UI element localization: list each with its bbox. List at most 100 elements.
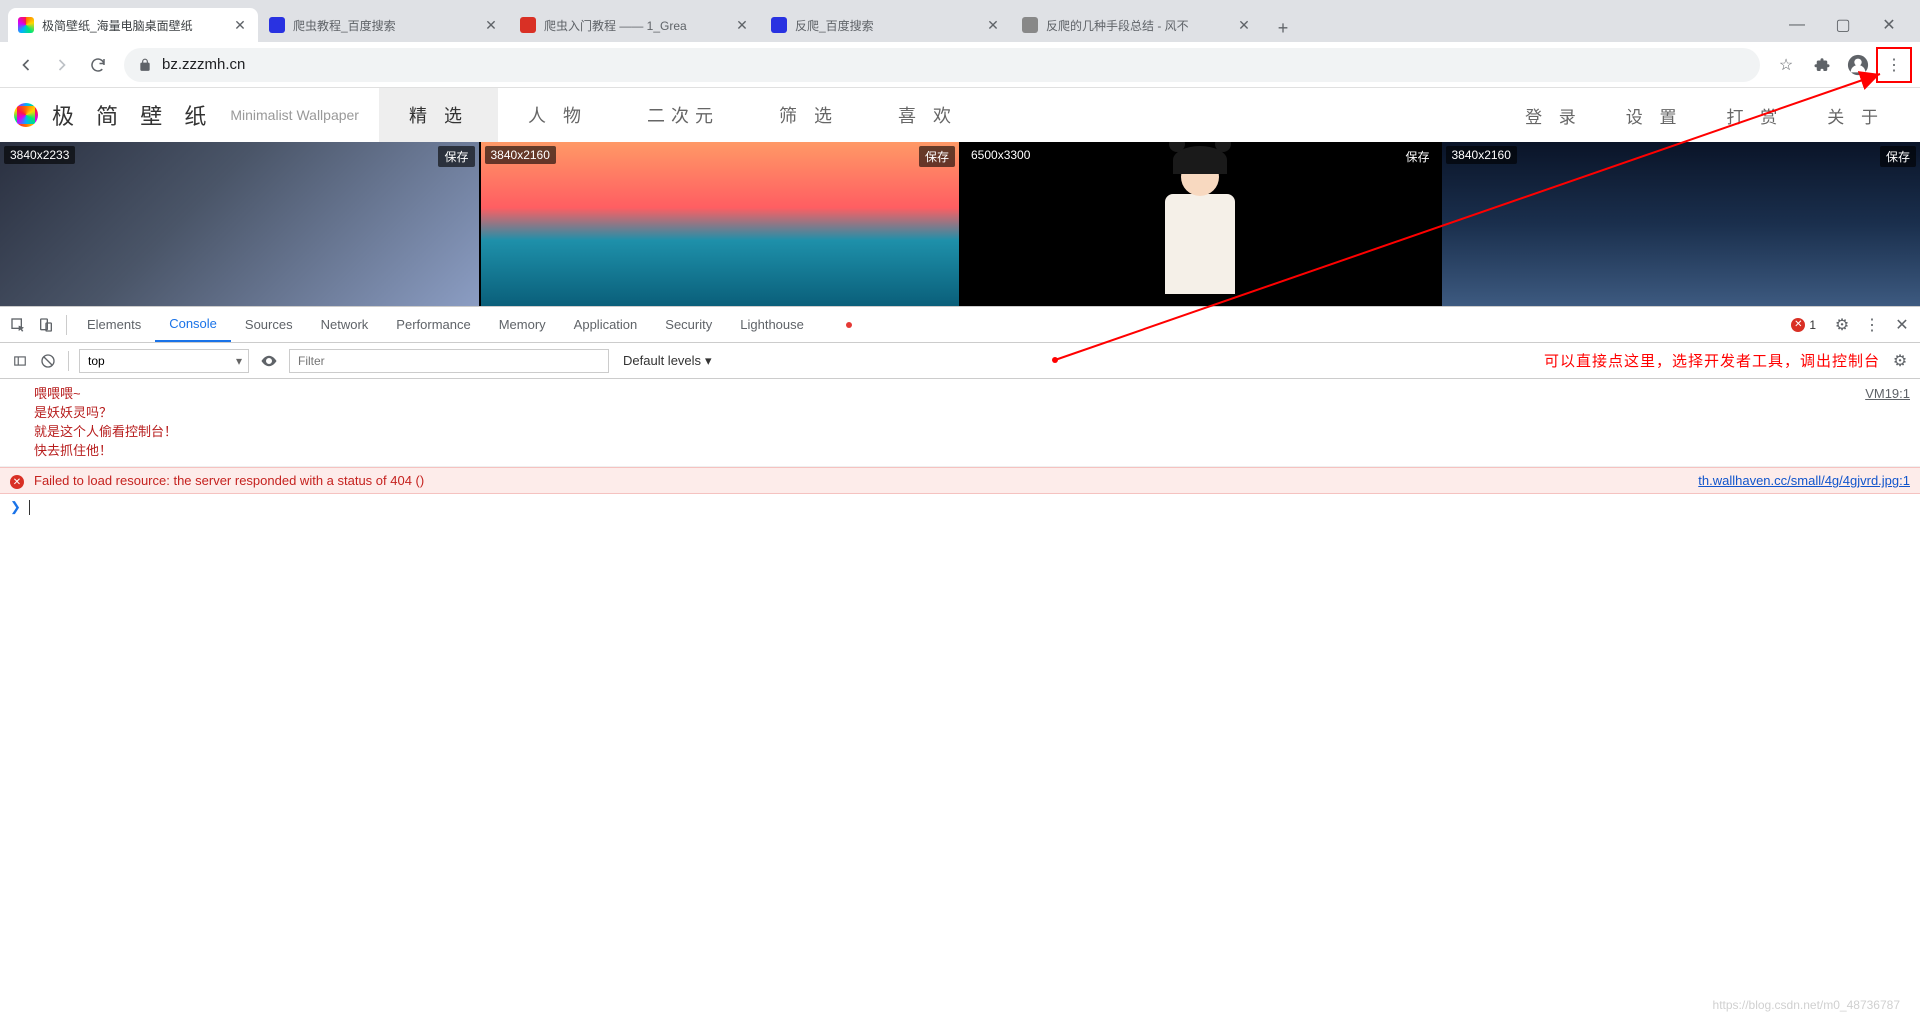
nav-anime[interactable]: 二次元 (617, 88, 749, 142)
nav-donate[interactable]: 打 赏 (1705, 88, 1806, 142)
extensions-icon[interactable] (1804, 47, 1840, 83)
close-icon[interactable]: ✕ (232, 17, 248, 33)
wallpaper-card[interactable]: 3840x2160 保存 (1442, 142, 1920, 306)
devtools-settings-icon[interactable]: ⚙ (1828, 311, 1856, 339)
close-icon[interactable]: ✕ (985, 17, 1001, 33)
browser-tab[interactable]: 反爬_百度搜索 ✕ (761, 8, 1011, 42)
resolution-badge: 3840x2160 (485, 146, 556, 164)
chrome-menu-button[interactable]: ⋮ (1876, 47, 1912, 83)
tab-title: 爬虫入门教程 —— 1_Grea (544, 17, 730, 34)
browser-tab[interactable]: 极简壁纸_海量电脑桌面壁纸 ✕ (8, 8, 258, 42)
resolution-badge: 3840x2160 (1446, 146, 1517, 164)
console-error-message: ✕ Failed to load resource: the server re… (0, 467, 1920, 494)
devtools-more-icon[interactable]: ⋮ (1858, 311, 1886, 339)
close-icon[interactable]: ✕ (1236, 17, 1252, 33)
wallpaper-card[interactable]: 3840x2160 保存 (481, 142, 960, 306)
back-button[interactable] (8, 47, 44, 83)
console-prompt[interactable]: ❯ (0, 494, 1920, 520)
console-output[interactable]: 喂喂喂~ 是妖妖灵吗？ 就是这个人偷看控制台！ 快去抓住他！ VM19:1 ✕ … (0, 379, 1920, 834)
browser-tab[interactable]: 反爬的几种手段总结 - 风不 ✕ (1012, 8, 1262, 42)
favicon-icon (771, 17, 787, 33)
url-box[interactable]: bz.zzzmh.cn (124, 48, 1760, 82)
console-toolbar: top Default levels ▾ 可以直接点这里，选择开发者工具，调出控… (0, 343, 1920, 379)
close-window-button[interactable]: ✕ (1866, 8, 1912, 42)
error-icon: ✕ (10, 475, 24, 489)
tab-title: 极简壁纸_海量电脑桌面壁纸 (42, 17, 228, 34)
annotation-text: 可以直接点这里，选择开发者工具，调出控制台 (1544, 350, 1880, 371)
recording-dot-icon (846, 322, 852, 328)
browser-tab-strip: 极简壁纸_海量电脑桌面壁纸 ✕ 爬虫教程_百度搜索 ✕ 爬虫入门教程 —— 1_… (0, 0, 1920, 42)
nav-settings[interactable]: 设 置 (1604, 88, 1705, 142)
site-right-nav: 登 录 设 置 打 赏 关 于 (1503, 88, 1906, 142)
reload-button[interactable] (80, 47, 116, 83)
lock-icon (138, 58, 152, 72)
console-settings-icon[interactable]: ⚙ (1886, 347, 1914, 375)
window-controls: — ▢ ✕ (1774, 8, 1912, 42)
resolution-badge: 6500x3300 (965, 146, 1036, 164)
log-levels-selector[interactable]: Default levels ▾ (623, 353, 712, 369)
devtools-tab-sources[interactable]: Sources (231, 307, 307, 342)
devtools-tab-elements[interactable]: Elements (73, 307, 155, 342)
save-button[interactable]: 保存 (1880, 146, 1916, 167)
maximize-button[interactable]: ▢ (1820, 8, 1866, 42)
new-tab-button[interactable]: + (1269, 14, 1297, 42)
site-subtitle: Minimalist Wallpaper (230, 107, 359, 123)
close-icon[interactable]: ✕ (734, 17, 750, 33)
console-sidebar-icon[interactable] (6, 347, 34, 375)
devtools-tabbar: Elements Console Sources Network Perform… (0, 307, 1920, 343)
favicon-icon (520, 17, 536, 33)
nav-about[interactable]: 关 于 (1805, 88, 1906, 142)
browser-tab[interactable]: 爬虫教程_百度搜索 ✕ (259, 8, 509, 42)
tab-title: 反爬_百度搜索 (795, 17, 981, 34)
devtools-tab-performance[interactable]: Performance (382, 307, 484, 342)
context-selector[interactable]: top (79, 349, 249, 373)
log-source-link[interactable]: VM19:1 (1865, 385, 1910, 404)
watermark-text: https://blog.csdn.net/m0_48736787 (1713, 998, 1900, 1012)
site-nav: 精 选 人 物 二次元 筛 选 喜 欢 (379, 88, 987, 142)
tab-title: 爬虫教程_百度搜索 (293, 17, 479, 34)
favicon-icon (18, 17, 34, 33)
inspect-icon[interactable] (4, 311, 32, 339)
nav-featured[interactable]: 精 选 (379, 88, 498, 142)
profile-icon[interactable] (1840, 47, 1876, 83)
bookmark-star-icon[interactable]: ☆ (1768, 47, 1804, 83)
devtools-tab-console[interactable]: Console (155, 307, 231, 342)
error-count-badge[interactable]: ✕1 (1791, 318, 1816, 332)
favicon-icon (269, 17, 285, 33)
error-source-link[interactable]: th.wallhaven.cc/small/4g/4gjvrd.jpg:1 (1698, 473, 1910, 488)
devtools-tab-security[interactable]: Security (651, 307, 726, 342)
nav-people[interactable]: 人 物 (498, 88, 617, 142)
nav-login[interactable]: 登 录 (1503, 88, 1604, 142)
live-expression-icon[interactable] (255, 347, 283, 375)
nav-filter[interactable]: 筛 选 (749, 88, 868, 142)
filter-input[interactable] (289, 349, 609, 373)
save-button[interactable]: 保存 (919, 146, 955, 167)
close-icon[interactable]: ✕ (483, 17, 499, 33)
wallpaper-card[interactable]: 3840x2233 保存 (0, 142, 479, 306)
minimize-button[interactable]: — (1774, 8, 1820, 42)
wallpaper-row: 3840x2233 保存 3840x2160 保存 6500x3300 保存 3… (0, 142, 1920, 306)
error-count: 1 (1809, 318, 1816, 332)
devtools-panel: Elements Console Sources Network Perform… (0, 306, 1920, 834)
nav-like[interactable]: 喜 欢 (868, 88, 987, 142)
site-header: 极 简 壁 纸 Minimalist Wallpaper 精 选 人 物 二次元… (0, 88, 1920, 142)
save-button[interactable]: 保存 (1399, 146, 1435, 167)
resolution-badge: 3840x2233 (4, 146, 75, 164)
devtools-tab-application[interactable]: Application (560, 307, 652, 342)
clear-console-icon[interactable] (34, 347, 62, 375)
devtools-tab-network[interactable]: Network (307, 307, 383, 342)
tab-title: 反爬的几种手段总结 - 风不 (1046, 17, 1232, 34)
forward-button[interactable] (44, 47, 80, 83)
device-toggle-icon[interactable] (32, 311, 60, 339)
site-name: 极 简 壁 纸 (52, 99, 214, 131)
browser-tab[interactable]: 爬虫入门教程 —— 1_Grea ✕ (510, 8, 760, 42)
wallpaper-card[interactable]: 6500x3300 保存 (961, 142, 1440, 306)
devtools-tab-lighthouse[interactable]: Lighthouse (726, 307, 818, 342)
devtools-tab-memory[interactable]: Memory (485, 307, 560, 342)
url-text: bz.zzzmh.cn (162, 56, 1746, 73)
devtools-close-icon[interactable]: ✕ (1888, 311, 1916, 339)
save-button[interactable]: 保存 (438, 146, 474, 167)
chevron-right-icon: ❯ (10, 499, 21, 515)
site-logo-icon[interactable] (14, 103, 38, 127)
console-log-message: 喂喂喂~ 是妖妖灵吗？ 就是这个人偷看控制台！ 快去抓住他！ VM19:1 (0, 379, 1920, 467)
